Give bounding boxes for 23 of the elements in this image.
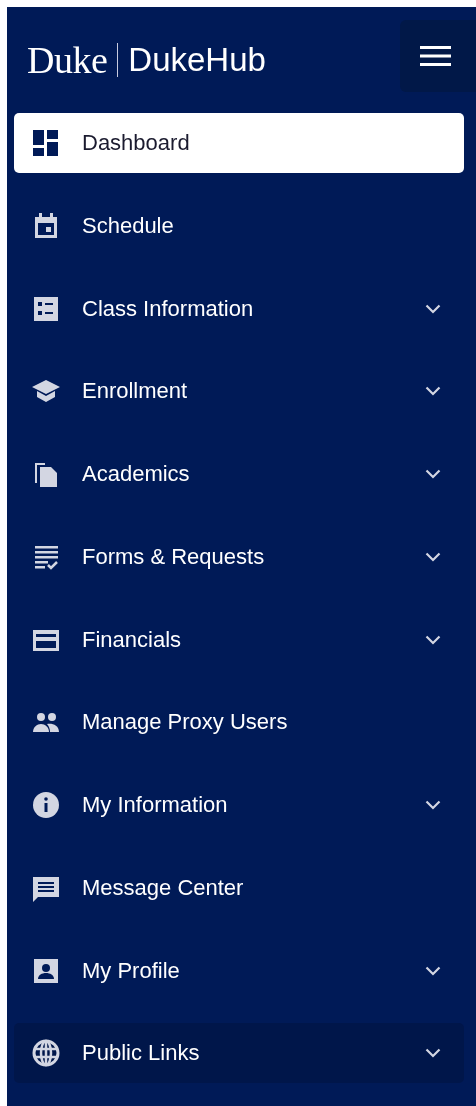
nav-item[interactable]: Schedule	[14, 195, 464, 256]
nav-item[interactable]: Public Links	[14, 1023, 464, 1084]
nav-item[interactable]: Forms & Requests	[14, 526, 464, 587]
nav-item[interactable]: Academics	[14, 444, 464, 504]
nav-item[interactable]: My Information	[14, 775, 464, 835]
app-name: DukeHub	[128, 40, 266, 80]
logo-wordmark: Duke	[27, 40, 108, 80]
documents-icon	[32, 460, 60, 488]
nav-item[interactable]: My Profile	[14, 940, 464, 1001]
nav-item[interactable]: Class Information	[14, 278, 464, 339]
dashboard-icon	[32, 129, 60, 157]
nav-item[interactable]: Dashboard	[14, 113, 464, 173]
nav-item[interactable]: Financials	[14, 609, 464, 670]
menu-icon	[420, 46, 451, 66]
globe-icon	[32, 1039, 60, 1068]
calendar-icon	[32, 211, 60, 240]
nav-item[interactable]: Manage Proxy Users	[14, 692, 464, 753]
list-card-icon	[32, 294, 60, 323]
nav-item[interactable]: Enrollment	[14, 361, 464, 422]
profile-card-icon	[32, 956, 60, 985]
menu-button[interactable]	[400, 20, 476, 92]
info-icon	[32, 791, 60, 819]
nav-item[interactable]: Message Center	[14, 857, 464, 918]
